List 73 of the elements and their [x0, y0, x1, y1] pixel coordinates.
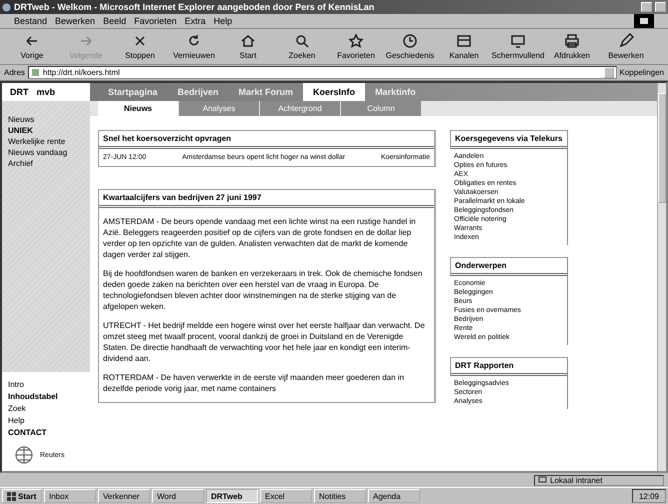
windows-flag-icon	[7, 492, 16, 500]
site-logo[interactable]: DRT	[10, 87, 28, 97]
start-button[interactable]: Start	[2, 489, 42, 503]
minimize-button[interactable]	[641, 2, 652, 12]
article-title: Kwartaalcijfers van bedrijven 27 juni 1997	[99, 190, 434, 208]
taskbar-button[interactable]: Excel	[260, 489, 312, 503]
dropdown-button[interactable]	[604, 67, 614, 78]
sidebar-link[interactable]: Intro	[8, 380, 84, 389]
sidebar-link[interactable]: Zoek	[8, 404, 84, 413]
subnav-tab[interactable]: Nieuws	[98, 101, 178, 116]
sidebar-link[interactable]: UNIEK	[8, 126, 84, 135]
toolbar-button[interactable]: Favorieten	[330, 33, 382, 60]
toolbar-button[interactable]: Zoeken	[276, 33, 328, 60]
article-paragraph: AMSTERDAM - De beurs opende vandaag met een lichte winst na een rustige handel in Azië. Beleggers reageerden positief op de cijfers van de grote fondsen en de dollar liep verder op ten opzichte van de gulden. Analisten verwachten dat de markt de komende dagen verder zal stijgen.	[103, 216, 417, 260]
menu-item[interactable]: Bestand	[14, 16, 48, 26]
network-icon	[538, 476, 547, 484]
article-paragraph: ROTTERDAM - De haven verwerkte in de eerste vijf maanden meer goederen dan in dezelfde periode vorig jaar, met name containers	[103, 372, 406, 394]
star-icon	[348, 33, 364, 49]
clock: 12:09	[632, 489, 666, 503]
toolbar-button[interactable]: Kanalen	[438, 33, 490, 60]
zone-indicator: Lokaal intranet	[534, 474, 664, 486]
pencil-icon	[618, 33, 634, 49]
nav-tab[interactable]: Startpagina	[98, 83, 168, 101]
browser-icon	[2, 2, 11, 12]
menu-item[interactable]: Help	[214, 16, 232, 26]
scrollbar-thumb[interactable]	[658, 93, 666, 203]
box-title: Koersgegevens via Telekurs	[450, 130, 567, 149]
taskbar-button[interactable]: Word	[152, 489, 204, 503]
scrollbar[interactable]	[657, 83, 666, 471]
address-field[interactable]: http://drt.nl/koers.html	[28, 66, 617, 79]
menu-item[interactable]: Beeld	[103, 16, 126, 26]
menu-item[interactable]: Extra	[184, 16, 206, 26]
sidebar-link[interactable]: Help	[8, 416, 84, 425]
house-icon	[240, 33, 256, 49]
toolbar-button[interactable]: Geschiedenis	[384, 33, 436, 60]
toolbar-button[interactable]: Vernieuwen	[168, 33, 220, 60]
taskbar-button[interactable]: Notities	[314, 489, 366, 503]
clock-icon	[402, 33, 418, 49]
close-button[interactable]	[655, 2, 666, 12]
menu-item[interactable]: Bewerken	[55, 16, 96, 26]
article-paragraph: Bij de hoofdfondsen waren de banken en verzekeraars in trek. Ook de chemische fondsen deden goede zaken na berichten over een herstel van de vraag in Europa. De technologiefondsen bleven achter door winstnemingen na de sterke stijging van de afgelopen weken.	[103, 268, 424, 312]
sidebar-link[interactable]: Nieuws	[8, 115, 84, 124]
search-icon	[294, 33, 310, 49]
printer-icon	[564, 33, 580, 49]
taskbar-button[interactable]: Inbox	[44, 489, 96, 503]
monitor-icon	[510, 33, 526, 49]
box-title: DRT Rapporten	[450, 357, 567, 376]
box-title: Snel het koersoverzicht opvragen	[99, 131, 434, 149]
window-icon	[456, 33, 472, 49]
article-paragraph: UTRECHT - Het bedrijf meldde een hogere winst over het eerste halfjaar dan verwacht. De omzet steeg met twaalf procent, vooral dankzij de groei in Duitsland en de Verenigde Staten. De directie handhaaft de verwachting voor het hele jaar en kondigt een interim-dividend aan.	[103, 320, 426, 364]
toolbar-button[interactable]: Stoppen	[114, 33, 166, 60]
toolbar-button[interactable]: Start	[222, 33, 274, 60]
box-title: Onderwerpen	[450, 257, 567, 276]
sidebar-link[interactable]: Archief	[8, 159, 84, 168]
site-logo-subtitle: mvb	[36, 87, 56, 97]
taskbar-button[interactable]: Agenda	[368, 489, 420, 503]
sidebar-link[interactable]: Inhoudstabel	[8, 392, 84, 401]
nav-tab[interactable]: KoersInfo	[303, 83, 366, 101]
taskbar-button[interactable]: DRTweb	[206, 489, 258, 503]
address-label: Adres	[4, 68, 25, 77]
toolbar-button[interactable]: Bewerken	[600, 33, 652, 60]
toolbar-button[interactable]: Vorige	[6, 33, 58, 60]
toolbar-button[interactable]: Afdrukken	[546, 33, 598, 60]
taskbar-button[interactable]: Verkenner	[98, 489, 150, 503]
toolbar-button[interactable]: Schermvullend	[492, 33, 544, 60]
page-icon	[30, 68, 40, 77]
nav-tab[interactable]: Bedrijven	[168, 83, 229, 101]
menu-item[interactable]: Favorieten	[134, 16, 177, 26]
sidebar-link[interactable]: CONTACT	[8, 428, 84, 437]
sidebar-link[interactable]: Werkelijke rente	[8, 137, 84, 146]
links-label: Koppelingen	[620, 68, 664, 77]
window-title: DRTweb - Welkom - Microsoft Internet Explorer aangeboden door Pers of KennisLan	[14, 2, 376, 12]
sidebar-link[interactable]: Nieuws vandaag	[8, 148, 84, 157]
